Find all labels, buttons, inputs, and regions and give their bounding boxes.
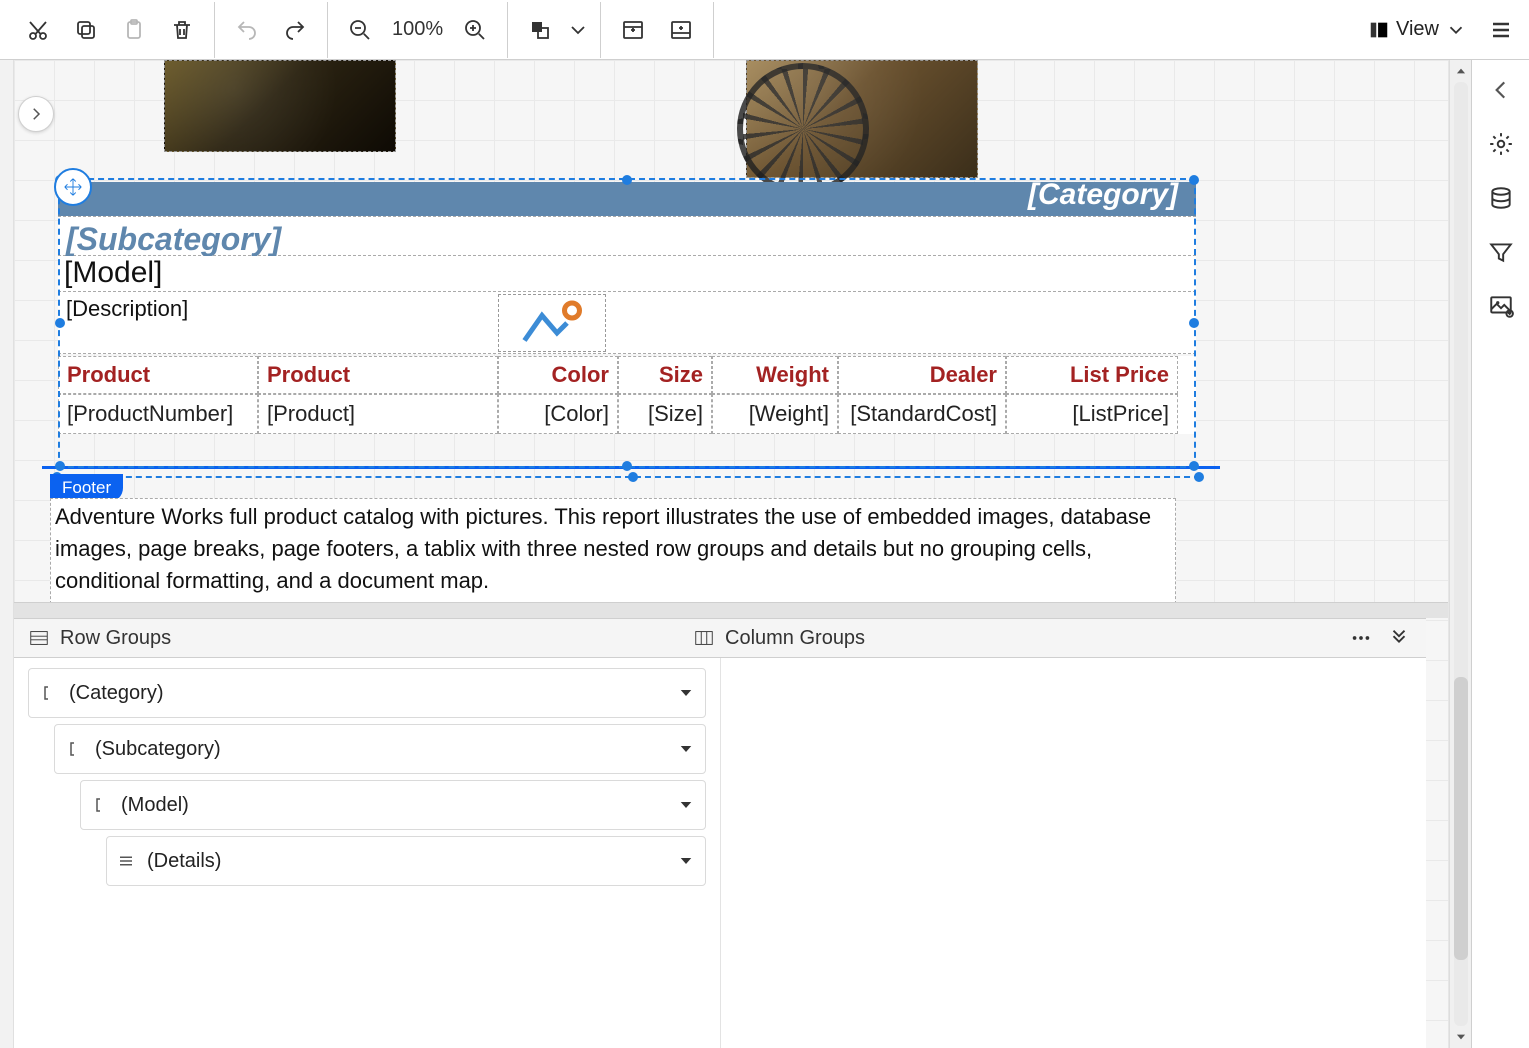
group-item-details[interactable]: (Details) xyxy=(106,836,706,886)
chevron-down-icon[interactable] xyxy=(677,684,695,702)
bracket-icon xyxy=(65,740,83,758)
zoom-level: 100% xyxy=(386,18,449,41)
group-item-model[interactable]: (Model) xyxy=(80,780,706,830)
field-product[interactable]: [Product] xyxy=(258,394,498,434)
header-weight[interactable]: Weight xyxy=(712,356,838,394)
field-weight[interactable]: [Weight] xyxy=(712,394,838,434)
copy-button[interactable] xyxy=(64,8,108,52)
add-footer-button[interactable] xyxy=(659,8,703,52)
scroll-track[interactable] xyxy=(1454,82,1468,1026)
column-groups-label: Column Groups xyxy=(725,627,865,650)
field-standard-cost[interactable]: [StandardCost] xyxy=(838,394,1006,434)
scroll-down-button[interactable] xyxy=(1450,1026,1471,1048)
header-size[interactable]: Size xyxy=(618,356,712,394)
field-color[interactable]: [Color] xyxy=(498,394,618,434)
right-panel-rail xyxy=(1471,60,1529,1048)
header-product[interactable]: Product xyxy=(258,356,498,394)
groups-body: (Category) (Subcategory) (Model) (Detail… xyxy=(14,658,1426,1048)
row-groups-panel[interactable]: (Category) (Subcategory) (Model) (Detail… xyxy=(14,658,721,1048)
properties-panel-button[interactable] xyxy=(1477,118,1525,170)
scroll-up-button[interactable] xyxy=(1450,60,1471,82)
view-label: View xyxy=(1396,18,1439,41)
redo-button[interactable] xyxy=(273,8,317,52)
row-groups-label: Row Groups xyxy=(60,627,171,650)
group-label: (Model) xyxy=(121,794,189,817)
table-header-row[interactable]: Product Product Color Size Weight Dealer… xyxy=(58,356,1196,394)
chevron-down-icon xyxy=(1445,19,1467,41)
scroll-thumb[interactable] xyxy=(1454,677,1468,960)
view-menu-button[interactable]: View xyxy=(1364,18,1471,41)
add-header-button[interactable] xyxy=(611,8,655,52)
zoom-in-button[interactable] xyxy=(453,8,497,52)
image-placeholder-left[interactable] xyxy=(164,60,396,152)
bracket-icon xyxy=(39,684,57,702)
vertical-scrollbar[interactable] xyxy=(1449,60,1471,1048)
paste-button[interactable] xyxy=(112,8,156,52)
group-item-category[interactable]: (Category) xyxy=(28,668,706,718)
filter-panel-button[interactable] xyxy=(1477,226,1525,278)
group-item-subcategory[interactable]: (Subcategory) xyxy=(54,724,706,774)
undo-button[interactable] xyxy=(225,8,269,52)
category-cell[interactable]: [Category] xyxy=(58,182,1196,216)
tablix-move-handle[interactable] xyxy=(54,168,92,206)
hamburger-icon xyxy=(117,852,135,870)
image-icon-placeholder[interactable] xyxy=(498,294,606,352)
groups-more-button[interactable] xyxy=(1344,621,1378,655)
arrange-dropdown[interactable] xyxy=(566,8,590,52)
design-surface[interactable]: [Category] [Subcategory] [Model] [Descri… xyxy=(14,60,1449,1048)
collapse-panel-button[interactable] xyxy=(1477,64,1525,116)
footer-selection-dot xyxy=(628,472,638,482)
column-groups-panel[interactable] xyxy=(721,658,1427,1048)
section-separator[interactable] xyxy=(42,466,1220,469)
group-label: (Subcategory) xyxy=(95,738,221,761)
header-color[interactable]: Color xyxy=(498,356,618,394)
data-panel-button[interactable] xyxy=(1477,172,1525,224)
column-groups-icon xyxy=(693,627,715,649)
chevron-down-icon[interactable] xyxy=(677,796,695,814)
description-cell[interactable]: [Description] xyxy=(58,292,1196,354)
zoom-out-button[interactable] xyxy=(338,8,382,52)
subcategory-cell[interactable]: [Subcategory] xyxy=(58,216,1196,256)
groups-header-bar: Row Groups Column Groups xyxy=(14,618,1426,658)
cut-button[interactable] xyxy=(16,8,60,52)
groups-collapse-button[interactable] xyxy=(1382,621,1416,655)
page-end-strip xyxy=(14,602,1448,618)
header-product-number[interactable]: Product xyxy=(58,356,258,394)
group-label: (Category) xyxy=(69,682,163,705)
model-cell[interactable]: [Model] xyxy=(58,256,1196,292)
bring-front-button[interactable] xyxy=(518,8,562,52)
row-groups-icon xyxy=(28,627,50,649)
field-product-number[interactable]: [ProductNumber] xyxy=(58,394,258,434)
top-toolbar: 100% View xyxy=(0,0,1529,60)
field-size[interactable]: [Size] xyxy=(618,394,712,434)
table-data-row[interactable]: [ProductNumber] [Product] [Color] [Size]… xyxy=(58,394,1196,434)
group-label: (Details) xyxy=(147,850,221,873)
image-placeholder-right[interactable] xyxy=(746,60,978,178)
bracket-icon xyxy=(91,796,109,814)
expand-parameters-handle[interactable] xyxy=(18,96,54,132)
header-list-price[interactable]: List Price xyxy=(1006,356,1178,394)
delete-button[interactable] xyxy=(160,8,204,52)
chevron-down-icon[interactable] xyxy=(677,852,695,870)
header-dealer[interactable]: Dealer xyxy=(838,356,1006,394)
hamburger-menu-button[interactable] xyxy=(1479,8,1523,52)
image-panel-button[interactable] xyxy=(1477,280,1525,332)
layout-icon xyxy=(1368,19,1390,41)
field-list-price[interactable]: [ListPrice] xyxy=(1006,394,1178,434)
chevron-down-icon[interactable] xyxy=(677,740,695,758)
left-ruler xyxy=(0,60,14,1048)
footer-textbox[interactable]: Adventure Works full product catalog wit… xyxy=(50,498,1176,604)
